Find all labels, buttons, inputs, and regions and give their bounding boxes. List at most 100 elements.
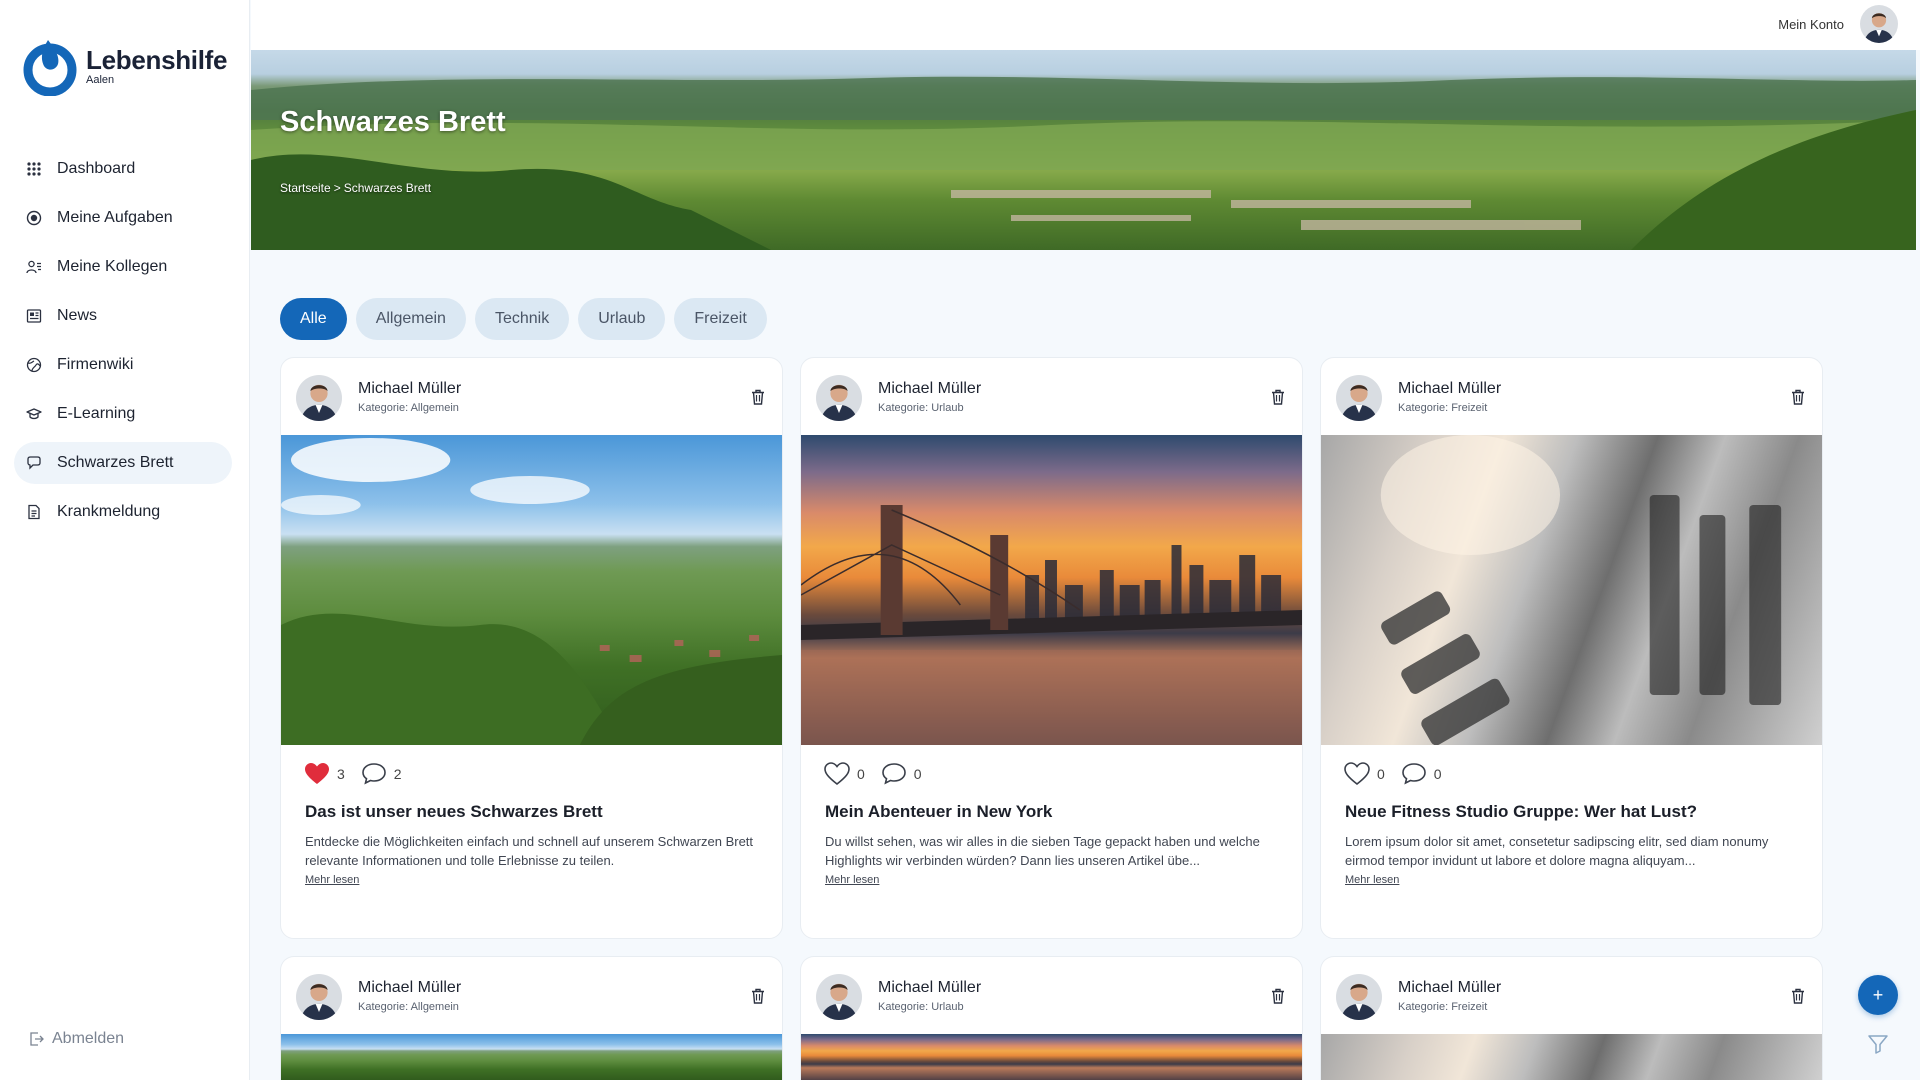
sidebar-item-label: Meine Kollegen xyxy=(57,258,168,275)
comment-count: 2 xyxy=(393,766,402,782)
post-image[interactable] xyxy=(801,1034,1302,1080)
logout-icon xyxy=(30,1032,44,1046)
post-card[interactable]: Michael Müller Kategorie: Allgemein 3 2 … xyxy=(280,357,783,939)
trash-icon[interactable] xyxy=(749,388,767,406)
post-title[interactable]: Mein Abenteuer in New York xyxy=(801,786,1302,822)
post-author: Michael Müller xyxy=(1398,979,1502,996)
trash-icon[interactable] xyxy=(1269,388,1287,406)
trash-icon[interactable] xyxy=(749,987,767,1005)
post-card[interactable]: Michael Müller Kategorie: Urlaub 0 0 Mei… xyxy=(800,357,1303,939)
heart-filled-icon xyxy=(305,763,329,784)
post-card[interactable]: Michael Müller Kategorie: Urlaub xyxy=(800,956,1303,1080)
breadcrumb-current: Schwarzes Brett xyxy=(343,181,432,195)
brand-logo[interactable]: Lebenshilfe Aalen xyxy=(18,36,227,96)
globe-icon xyxy=(26,357,42,373)
post-header: Michael Müller Kategorie: Allgemein xyxy=(281,957,782,1034)
post-stats: 3 2 xyxy=(281,745,782,786)
comment-button[interactable]: 2 xyxy=(361,762,402,786)
filter-icon[interactable] xyxy=(1866,1032,1890,1056)
post-category: Kategorie: Urlaub xyxy=(878,1001,964,1013)
heart-outline-icon xyxy=(1344,762,1370,786)
brand-sub: Aalen xyxy=(86,73,115,86)
post-header: Michael Müller Kategorie: Freizeit xyxy=(1321,358,1822,435)
post-image[interactable] xyxy=(801,435,1302,745)
post-title[interactable]: Neue Fitness Studio Gruppe: Wer hat Lust… xyxy=(1321,786,1822,822)
post-excerpt: Entdecke die Möglichkeiten einfach und s… xyxy=(305,834,754,868)
post-title[interactable]: Das ist unser neues Schwarzes Brett xyxy=(281,786,782,822)
read-more-link[interactable]: Mehr lesen xyxy=(825,874,879,886)
breadcrumb-separator: > xyxy=(333,181,341,195)
sidebar-item-meine-kollegen[interactable]: Meine Kollegen xyxy=(14,246,232,288)
like-button[interactable]: 0 xyxy=(1344,762,1385,786)
sidebar-item-label: E-Learning xyxy=(57,405,136,422)
filter-tab-urlaub[interactable]: Urlaub xyxy=(578,298,666,340)
sidebar-item-dashboard[interactable]: Dashboard xyxy=(14,148,232,190)
sidebar-item-label: Schwarzes Brett xyxy=(57,454,174,471)
sidebar-item-krankmeldung[interactable]: Krankmeldung xyxy=(14,491,232,533)
logout-label: Abmelden xyxy=(52,1030,125,1047)
sidebar-item-news[interactable]: News xyxy=(14,295,232,337)
post-image[interactable] xyxy=(1321,435,1822,745)
post-category: Kategorie: Freizeit xyxy=(1398,402,1488,414)
comment-icon xyxy=(1401,763,1426,785)
post-image[interactable] xyxy=(281,435,782,745)
sidebar-nav: Dashboard Meine Aufgaben Meine Kollegen … xyxy=(14,148,232,540)
sidebar-item-label: Meine Aufgaben xyxy=(57,209,173,226)
read-more-link[interactable]: Mehr lesen xyxy=(305,874,359,886)
target-icon xyxy=(26,210,42,226)
account-menu[interactable]: Mein Konto xyxy=(1778,5,1898,43)
like-button[interactable]: 3 xyxy=(304,762,345,786)
breadcrumb-home-link[interactable]: Startseite xyxy=(280,181,331,195)
comment-count: 0 xyxy=(1433,766,1442,782)
plus-icon: + xyxy=(1872,984,1884,1005)
filter-tab-allgemein[interactable]: Allgemein xyxy=(355,298,466,340)
post-card[interactable]: Michael Müller Kategorie: Allgemein xyxy=(280,956,783,1080)
post-author: Michael Müller xyxy=(878,979,982,996)
like-button[interactable]: 0 xyxy=(824,762,865,786)
filter-tab-alle[interactable]: Alle xyxy=(280,298,347,340)
post-image[interactable] xyxy=(1321,1034,1822,1080)
like-count: 0 xyxy=(857,766,865,782)
comment-count: 0 xyxy=(913,766,922,782)
page-title: Schwarzes Brett xyxy=(280,106,506,138)
avatar xyxy=(1336,974,1382,1020)
sidebar: Lebenshilfe Aalen Dashboard Meine Aufgab… xyxy=(0,0,250,1080)
breadcrumb: Startseite > Schwarzes Brett xyxy=(280,181,431,195)
post-author: Michael Müller xyxy=(878,380,982,397)
avatar xyxy=(1336,375,1382,421)
trash-icon[interactable] xyxy=(1789,987,1807,1005)
trash-icon[interactable] xyxy=(1269,987,1287,1005)
sidebar-item-label: Firmenwiki xyxy=(57,356,134,373)
sidebar-item-meine-aufgaben[interactable]: Meine Aufgaben xyxy=(14,197,232,239)
brand-name: Lebenshilfe xyxy=(86,44,228,75)
add-post-button[interactable]: + xyxy=(1858,975,1898,1015)
read-more-link[interactable]: Mehr lesen xyxy=(1345,874,1399,886)
like-count: 0 xyxy=(1377,766,1385,782)
chat-icon xyxy=(26,455,42,471)
post-author: Michael Müller xyxy=(358,979,462,996)
avatar xyxy=(296,375,342,421)
avatar xyxy=(296,974,342,1020)
filter-tab-freizeit[interactable]: Freizeit xyxy=(674,298,767,340)
sidebar-item-schwarzes-brett[interactable]: Schwarzes Brett xyxy=(14,442,232,484)
post-image[interactable] xyxy=(281,1034,782,1080)
post-card[interactable]: Michael Müller Kategorie: Freizeit xyxy=(1320,956,1823,1080)
comment-button[interactable]: 0 xyxy=(1401,762,1442,786)
topbar: Mein Konto xyxy=(251,0,1920,50)
trash-icon[interactable] xyxy=(1789,388,1807,406)
graduation-cap-icon xyxy=(26,406,42,422)
like-count: 3 xyxy=(337,766,345,782)
newspaper-icon xyxy=(26,308,42,324)
post-header: Michael Müller Kategorie: Urlaub xyxy=(801,957,1302,1034)
sidebar-item-e-learning[interactable]: E-Learning xyxy=(14,393,232,435)
post-category: Kategorie: Allgemein xyxy=(358,1001,459,1013)
sidebar-item-firmenwiki[interactable]: Firmenwiki xyxy=(14,344,232,386)
filter-tab-technik[interactable]: Technik xyxy=(474,298,570,340)
comment-button[interactable]: 0 xyxy=(881,762,922,786)
post-excerpt: Du willst sehen, was wir alles in die si… xyxy=(825,834,1260,868)
avatar xyxy=(816,974,862,1020)
category-filter-tabs: Alle Allgemein Technik Urlaub Freizeit xyxy=(280,298,776,340)
post-card[interactable]: Michael Müller Kategorie: Freizeit 0 0 N… xyxy=(1320,357,1823,939)
comment-icon xyxy=(361,763,386,785)
logout-button[interactable]: Abmelden xyxy=(28,1030,124,1048)
